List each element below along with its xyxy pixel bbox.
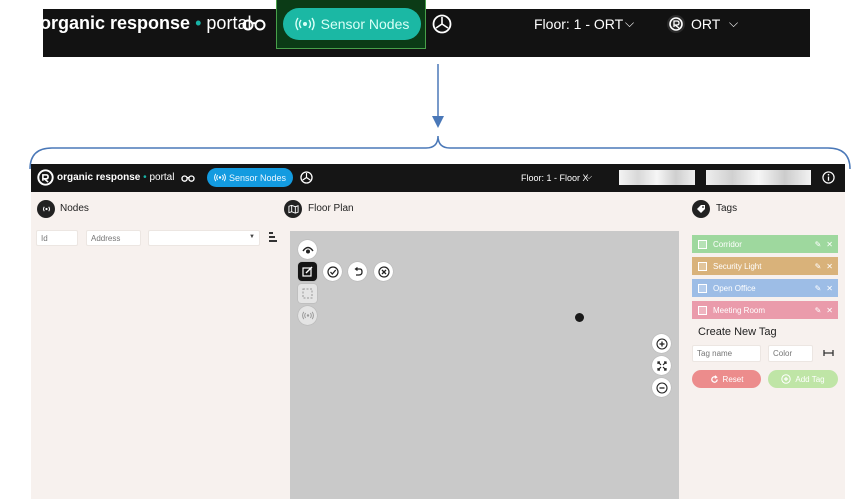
node-type-select[interactable]: ▼: [148, 230, 260, 246]
cancel-x-icon[interactable]: [374, 262, 393, 281]
sensor-node-marker[interactable]: [575, 313, 584, 322]
tag-checkbox[interactable]: [698, 239, 707, 249]
user-avatar-icon[interactable]: [666, 14, 686, 34]
logo-dot: •: [143, 172, 147, 183]
tag-row-corridor[interactable]: Corridor ✎ ✕: [692, 235, 838, 253]
sort-icon[interactable]: [269, 232, 278, 242]
nodes-panel-title: Nodes: [60, 203, 89, 214]
sensor-nodes-label: Sensor Nodes: [320, 16, 410, 32]
gauge-icon[interactable]: [432, 14, 452, 34]
map-icon: [284, 200, 302, 218]
caret-down-icon: ▼: [249, 234, 255, 240]
tag-name: Security Light: [713, 261, 762, 271]
floor-selector[interactable]: Floor: 1 - Floor X: [521, 173, 589, 183]
zoomed-logo-wordmark: organic response • portal: [40, 13, 251, 33]
broadcast-icon[interactable]: [298, 306, 317, 325]
tag-row-open-office[interactable]: Open Office ✎ ✕: [692, 279, 838, 297]
chevron-down-icon[interactable]: ⌵: [586, 172, 592, 182]
node-address-input[interactable]: [86, 230, 141, 246]
floor-plan-title: Floor Plan: [308, 203, 354, 214]
edit-mode-icon[interactable]: [298, 262, 317, 281]
add-tag-label: Add Tag: [795, 374, 825, 384]
reset-label: Reset: [722, 374, 744, 384]
fit-to-screen-icon[interactable]: [652, 356, 671, 375]
logo-response: response: [110, 13, 191, 33]
add-tag-button[interactable]: Add Tag: [768, 370, 838, 388]
close-icon[interactable]: ✕: [826, 240, 833, 249]
plus-circle-icon: [781, 374, 792, 384]
chevron-down-icon[interactable]: ⌵: [625, 16, 634, 31]
organic-response-logo-icon: [8, 9, 34, 35]
tag-checkbox[interactable]: [698, 305, 707, 315]
tag-icon: [692, 200, 710, 218]
logo-response: response: [95, 172, 141, 183]
select-area-icon[interactable]: [298, 284, 317, 303]
broadcast-icon: [37, 200, 55, 218]
undo-icon[interactable]: [348, 262, 367, 281]
view-eye-icon[interactable]: [298, 240, 317, 259]
tag-name-input[interactable]: [692, 345, 761, 362]
info-icon[interactable]: [822, 171, 835, 184]
logo-dot: •: [195, 13, 202, 33]
logo-portal: portal: [149, 172, 175, 183]
zoom-out-icon[interactable]: [652, 378, 671, 397]
tag-checkbox[interactable]: [698, 261, 707, 271]
close-icon[interactable]: ✕: [826, 306, 833, 315]
confirm-check-icon[interactable]: [323, 262, 342, 281]
sensor-nodes-label: Sensor Nodes: [228, 172, 287, 183]
tag-name: Corridor: [713, 239, 742, 249]
edit-icon[interactable]: ✎: [815, 240, 822, 249]
zoom-in-icon[interactable]: [652, 334, 671, 353]
reset-button[interactable]: Reset: [692, 370, 761, 388]
close-icon[interactable]: ✕: [826, 262, 833, 271]
broadcast-icon: [214, 173, 226, 182]
close-icon[interactable]: ✕: [826, 284, 833, 293]
create-new-tag-title: Create New Tag: [698, 326, 777, 338]
tag-name: Open Office: [713, 283, 756, 293]
zoomed-sensor-nodes-button[interactable]: Sensor Nodes: [283, 8, 421, 40]
tag-color-input[interactable]: [768, 345, 813, 362]
tags-panel-title: Tags: [716, 203, 738, 214]
sensor-nodes-button[interactable]: Sensor Nodes: [207, 168, 293, 187]
logo-brand: organic: [57, 172, 94, 183]
glasses-icon[interactable]: [181, 174, 195, 182]
gauge-icon[interactable]: [300, 171, 313, 184]
glasses-icon[interactable]: [242, 17, 266, 31]
logo-brand: organic: [40, 13, 106, 33]
broadcast-icon: [294, 17, 315, 31]
app-logo-wordmark: organic response • portal: [57, 172, 174, 183]
tag-checkbox[interactable]: [698, 283, 707, 293]
redacted-field: [619, 170, 695, 185]
tag-row-meeting-room[interactable]: Meeting Room ✎ ✕: [692, 301, 838, 319]
color-picker-icon[interactable]: [823, 349, 834, 357]
zoomed-user-menu[interactable]: ORT: [691, 16, 720, 32]
edit-icon[interactable]: ✎: [815, 262, 822, 271]
zoomed-floor-selector[interactable]: Floor: 1 - ORT: [534, 16, 623, 32]
reset-icon: [710, 374, 718, 383]
organic-response-logo-icon: [37, 169, 54, 186]
tag-row-security-light[interactable]: Security Light ✎ ✕: [692, 257, 838, 275]
chevron-down-icon[interactable]: ⌵: [729, 16, 738, 31]
edit-icon[interactable]: ✎: [815, 306, 822, 315]
tag-name: Meeting Room: [713, 305, 766, 315]
edit-icon[interactable]: ✎: [815, 284, 822, 293]
redacted-field: [706, 170, 811, 185]
node-id-input[interactable]: [36, 230, 78, 246]
